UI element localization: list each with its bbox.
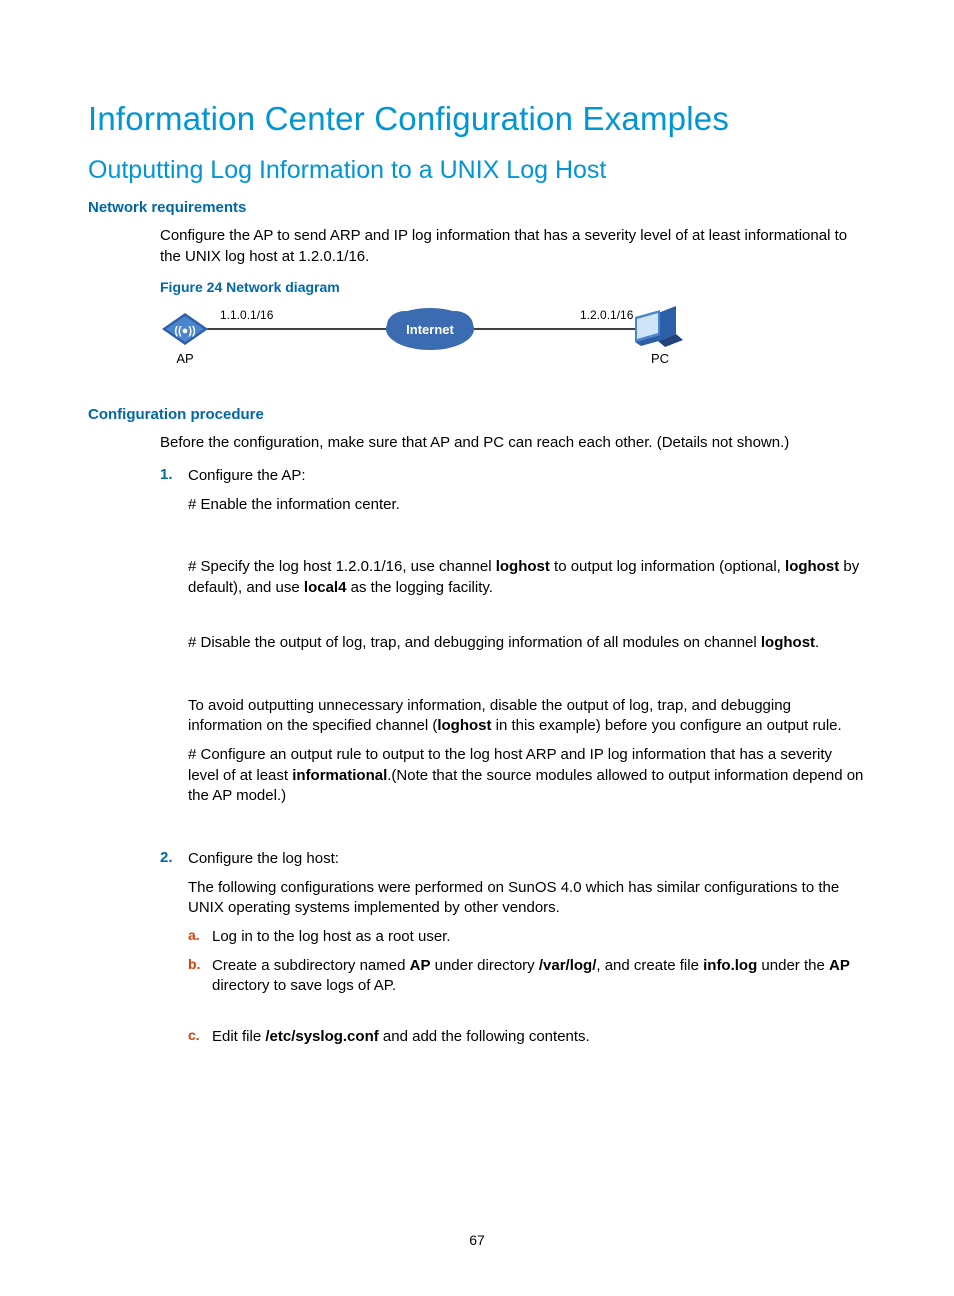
substep-letter: a. xyxy=(188,927,212,948)
pc-label: PC xyxy=(651,351,669,366)
figure-caption: Figure 24 Network diagram xyxy=(160,279,866,295)
substep-letter: c. xyxy=(188,1027,212,1048)
step-line: # Disable the output of log, trap, and d… xyxy=(188,633,866,654)
subheading-network-req: Network requirements xyxy=(88,199,866,216)
body-paragraph: Before the configuration, make sure that… xyxy=(160,433,866,454)
step-number: 2. xyxy=(160,849,188,870)
substep-text: Log in to the log host as a root user. xyxy=(212,927,866,948)
substep-row: b. Create a subdirectory named AP under … xyxy=(188,956,866,997)
ap-ip-label: 1.1.0.1/16 xyxy=(220,308,274,322)
step-line: # Enable the information center. xyxy=(188,495,866,516)
substep-text: Create a subdirectory named AP under dir… xyxy=(212,956,866,997)
substep-letter: b. xyxy=(188,956,212,997)
step-line: To avoid outputting unnecessary informat… xyxy=(188,696,866,737)
internet-cloud-icon: Internet xyxy=(386,308,474,350)
substep-text: Edit file /etc/syslog.conf and add the f… xyxy=(212,1027,866,1048)
ap-label: AP xyxy=(176,351,193,366)
pc-icon xyxy=(635,306,683,347)
section-heading: Outputting Log Information to a UNIX Log… xyxy=(88,156,866,185)
page-title: Information Center Configuration Example… xyxy=(88,100,866,138)
page-number: 67 xyxy=(0,1232,954,1248)
step-row: 1. Configure the AP: xyxy=(160,466,866,487)
step-line: The following configurations were perfor… xyxy=(188,878,866,919)
step-title: Configure the AP: xyxy=(188,466,866,487)
pc-ip-label: 1.2.0.1/16 xyxy=(580,308,634,322)
network-diagram: ((●)) Internet 1.1.0.1 xyxy=(160,301,866,378)
substep-row: a. Log in to the log host as a root user… xyxy=(188,927,866,948)
cloud-label: Internet xyxy=(406,322,454,337)
ap-device-icon: ((●)) xyxy=(162,313,208,345)
step-title: Configure the log host: xyxy=(188,849,866,870)
substep-row: c. Edit file /etc/syslog.conf and add th… xyxy=(188,1027,866,1048)
step-line: # Specify the log host 1.2.0.1/16, use c… xyxy=(188,557,866,598)
step-number: 1. xyxy=(160,466,188,487)
step-row: 2. Configure the log host: xyxy=(160,849,866,870)
svg-text:((●)): ((●)) xyxy=(174,325,196,337)
step-line: # Configure an output rule to output to … xyxy=(188,745,866,807)
body-paragraph: Configure the AP to send ARP and IP log … xyxy=(160,226,866,267)
subheading-config-proc: Configuration procedure xyxy=(88,406,866,423)
